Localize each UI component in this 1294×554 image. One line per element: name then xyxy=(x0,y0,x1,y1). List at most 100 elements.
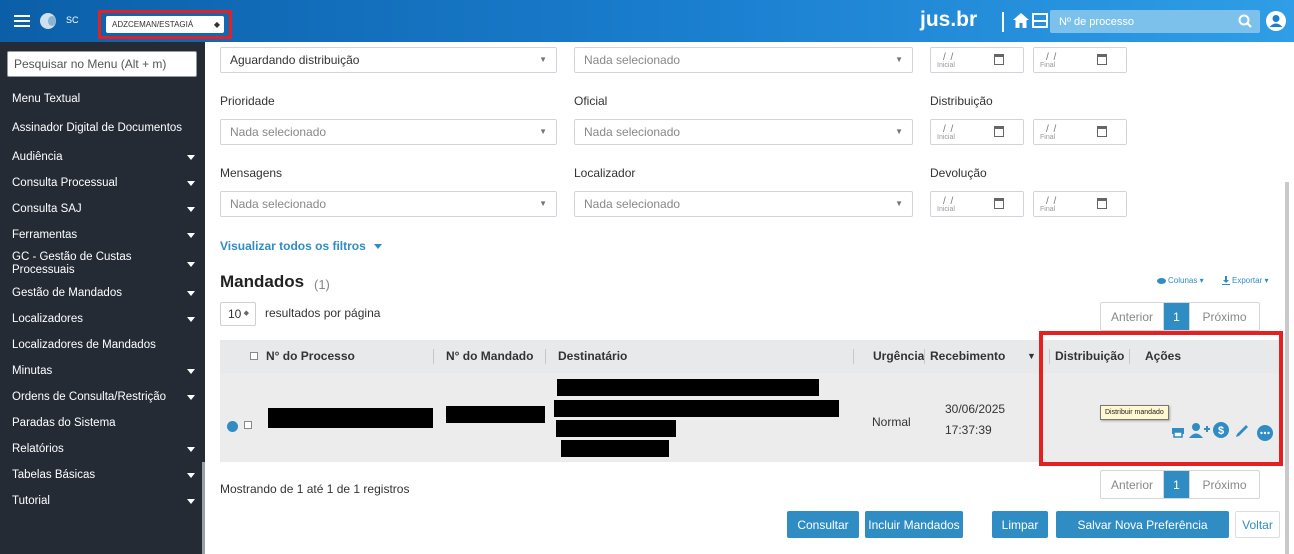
date-final-label: Final xyxy=(1040,62,1056,69)
sidebar-item[interactable]: Paradas do Sistema xyxy=(0,410,205,436)
chevron-down-icon xyxy=(373,244,382,250)
pagination-page-1[interactable]: 1 xyxy=(1164,471,1189,498)
main-scrollbar[interactable] xyxy=(1285,182,1289,554)
sidebar-menu: Menu Textual Assinador Digital de Documen… xyxy=(0,86,205,514)
pagination-prev-button[interactable]: Anterior xyxy=(1101,303,1164,330)
urgencia-value: Normal xyxy=(872,415,911,429)
localizador-select-value: Nada selecionado xyxy=(584,197,681,211)
col-header-urgencia[interactable]: Urgência xyxy=(873,340,924,373)
brand-logo[interactable]: jus.br xyxy=(920,8,977,32)
col-header-processo[interactable]: N° do Processo xyxy=(266,340,355,373)
sidebar-item[interactable]: Tabelas Básicas xyxy=(0,462,205,488)
sort-desc-icon[interactable]: ▼ xyxy=(1027,340,1036,373)
caret-down-icon xyxy=(187,233,195,238)
caret-down-icon xyxy=(187,317,195,322)
inbox-icon[interactable] xyxy=(1032,13,1048,28)
localizador-select[interactable]: Nada selecionado ▼ xyxy=(574,191,913,217)
column-divider xyxy=(924,349,925,364)
expand-row-icon[interactable] xyxy=(227,421,238,432)
pagination-next-button[interactable]: Próximo xyxy=(1189,471,1259,498)
sidebar-item[interactable]: Localizadores de Mandados xyxy=(0,332,205,358)
filter-select-row1[interactable]: Nada selecionado ▼ xyxy=(574,47,913,73)
dropdown-arrow-icon: ▼ xyxy=(895,55,903,64)
voltar-button[interactable]: Voltar xyxy=(1235,511,1280,538)
sidebar-item[interactable]: Audiência xyxy=(0,144,205,170)
calendar-icon[interactable] xyxy=(1097,198,1107,209)
col-header-destinatario[interactable]: Destinatário xyxy=(558,340,627,373)
oficial-select[interactable]: Nada selecionado ▼ xyxy=(574,119,913,145)
sidebar-item[interactable]: Ferramentas xyxy=(0,222,205,248)
col-header-recebimento[interactable]: Recebimento xyxy=(930,340,1005,373)
caret-down-icon xyxy=(187,395,195,400)
sidebar-item[interactable]: GC - Gestão de Custas Processuais xyxy=(0,248,205,280)
hamburger-menu-icon[interactable] xyxy=(14,15,30,27)
caret-down-icon xyxy=(187,499,195,504)
app-window: SC ADZCEMAN/ESTAGIÁ ◆ jus.br Nº de proce… xyxy=(0,0,1294,554)
mensagens-label: Mensagens xyxy=(220,166,283,180)
prioridade-label: Prioridade xyxy=(220,94,275,108)
calendar-icon[interactable] xyxy=(994,126,1004,137)
sidebar-item[interactable]: Consulta SAJ xyxy=(0,196,205,222)
row-checkbox[interactable] xyxy=(244,421,252,429)
pagination-page-1[interactable]: 1 xyxy=(1164,303,1189,330)
page-title: Mandados xyxy=(220,272,305,291)
sidebar-item[interactable]: Tutorial xyxy=(0,488,205,514)
date-initial-row1[interactable]: / / Inicial xyxy=(930,47,1024,73)
devolucao-date-final[interactable]: / / Final xyxy=(1033,191,1127,217)
limpar-button[interactable]: Limpar xyxy=(992,511,1048,538)
distribuicao-date-initial[interactable]: / / Inicial xyxy=(930,119,1024,145)
incluir-mandados-button[interactable]: Incluir Mandados xyxy=(865,511,963,538)
oficial-label: Oficial xyxy=(574,94,608,108)
sidebar-item-label: Localizadores xyxy=(12,312,83,325)
profile-select[interactable]: ADZCEMAN/ESTAGIÁ ◆ xyxy=(106,16,224,33)
show-all-filters-link[interactable]: Visualizar todos os filtros xyxy=(220,239,382,253)
mensagens-select[interactable]: Nada selecionado ▼ xyxy=(220,191,557,217)
redacted-processo xyxy=(268,408,433,428)
user-account-icon[interactable] xyxy=(1266,11,1286,31)
calendar-icon[interactable] xyxy=(1097,54,1107,65)
pagination-bottom: Anterior 1 Próximo xyxy=(1100,470,1260,499)
consultar-button[interactable]: Consultar xyxy=(787,511,859,538)
redacted-destinatario xyxy=(556,420,676,437)
home-icon[interactable] xyxy=(1013,13,1029,28)
export-button[interactable]: Exportar ▾ xyxy=(1222,276,1268,286)
recebimento-date: 30/06/2025 xyxy=(945,402,1006,416)
dropdown-arrow-icon: ▼ xyxy=(539,127,547,136)
distribuicao-date-final[interactable]: / / Final xyxy=(1033,119,1127,145)
pagination-prev-button[interactable]: Anterior xyxy=(1101,471,1164,498)
sidebar-item[interactable]: Minutas xyxy=(0,358,205,384)
pagination-top: Anterior 1 Próximo xyxy=(1100,302,1260,331)
search-icon[interactable] xyxy=(1232,10,1260,33)
menu-search-input[interactable] xyxy=(7,51,197,77)
brand-separator xyxy=(1002,12,1004,32)
sidebar-item[interactable]: Ordens de Consulta/Restrição xyxy=(0,384,205,410)
per-page-select[interactable]: 10 ◆ xyxy=(220,302,256,326)
process-number-input[interactable] xyxy=(1050,10,1230,33)
sidebar-item[interactable]: Assinador Digital de Documentos xyxy=(0,112,205,144)
top-bar: SC ADZCEMAN/ESTAGIÁ ◆ jus.br xyxy=(0,0,1294,42)
date-final-row1[interactable]: / / Final xyxy=(1033,47,1127,73)
salvar-preferencia-button[interactable]: Salvar Nova Preferência xyxy=(1056,511,1229,538)
caret-down-icon xyxy=(187,447,195,452)
sidebar-item[interactable]: Localizadores xyxy=(0,306,205,332)
pagination-next-button[interactable]: Próximo xyxy=(1189,303,1259,330)
col-header-mandado[interactable]: N° do Mandado xyxy=(446,340,533,373)
dropdown-arrow-icon: ▼ xyxy=(539,199,547,208)
sidebar-item[interactable]: Gestão de Mandados xyxy=(0,280,205,306)
devolucao-date-initial[interactable]: / / Inicial xyxy=(930,191,1024,217)
columns-button[interactable]: Colunas ▾ xyxy=(1157,276,1204,285)
status-select[interactable]: Aguardando distribuição ▼ xyxy=(220,47,557,73)
prioridade-select[interactable]: Nada selecionado ▼ xyxy=(220,119,557,145)
calendar-icon[interactable] xyxy=(1097,126,1107,137)
select-all-checkbox[interactable] xyxy=(250,352,258,360)
export-label: Exportar xyxy=(1232,276,1263,285)
column-divider xyxy=(853,349,854,364)
sidebar-item[interactable]: Consulta Processual xyxy=(0,170,205,196)
redacted-mandado xyxy=(446,406,545,423)
sidebar-item-label: Audiência xyxy=(12,150,63,163)
calendar-icon[interactable] xyxy=(994,54,1004,65)
sidebar-item[interactable]: Menu Textual xyxy=(0,86,205,112)
sidebar-item-label: GC - Gestão de Custas Processuais xyxy=(12,251,132,276)
sidebar-item[interactable]: Relatórios xyxy=(0,436,205,462)
calendar-icon[interactable] xyxy=(994,198,1004,209)
